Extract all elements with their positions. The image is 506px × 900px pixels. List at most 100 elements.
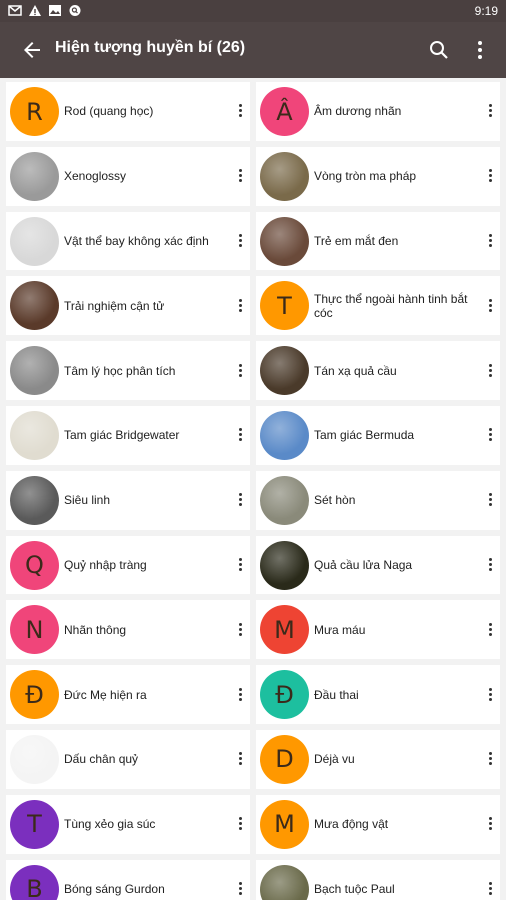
letter-avatar: Â	[260, 87, 309, 136]
list-item[interactable]: Xenoglossy	[6, 146, 250, 206]
item-menu-icon[interactable]	[238, 233, 242, 248]
thumbnail-image	[260, 346, 309, 396]
letter-avatar: R	[10, 87, 59, 136]
avatar-letter: Đ	[275, 680, 294, 709]
notification-icons	[8, 4, 82, 17]
item-title: Dấu chân quỷ	[64, 752, 139, 767]
item-menu-icon[interactable]	[238, 363, 242, 378]
item-menu-icon[interactable]	[238, 622, 242, 637]
item-title: Tâm lý học phân tích	[64, 363, 176, 378]
item-menu-icon[interactable]	[238, 169, 242, 183]
item-menu-icon[interactable]	[488, 298, 492, 313]
item-menu-icon[interactable]	[488, 104, 492, 118]
list-item[interactable]: Tam giác Bermuda	[256, 405, 500, 465]
item-menu-icon[interactable]	[488, 622, 492, 637]
list-item[interactable]: Vòng tròn ma pháp	[256, 146, 500, 206]
item-title: Mưa động vật	[314, 817, 389, 832]
letter-avatar: Đ	[10, 670, 59, 720]
page-title: Hiện tượng huyền bí (26)	[55, 39, 246, 56]
item-menu-icon[interactable]	[238, 298, 242, 313]
list-item[interactable]: Vật thể bay không xác định	[6, 211, 250, 271]
item-title: Bạch tuộc Paul	[314, 881, 395, 896]
item-title: Âm dương nhãn	[314, 104, 402, 119]
item-menu-icon[interactable]	[238, 687, 242, 702]
list-item[interactable]: Bạch tuộc Paul	[256, 859, 500, 900]
list-item[interactable]: Tâm lý học phân tích	[6, 341, 250, 400]
search-notification-icon	[69, 5, 81, 16]
item-title: Đầu thai	[314, 687, 359, 702]
letter-avatar: T	[10, 799, 59, 849]
item-menu-icon[interactable]	[238, 752, 242, 766]
list-item[interactable]: Â Âm dương nhãn	[256, 82, 500, 141]
avatar-letter: D	[275, 745, 294, 774]
item-title: Rod (quang học)	[64, 104, 154, 119]
list-item[interactable]: Tam giác Bridgewater	[6, 405, 250, 465]
search-icon[interactable]	[427, 38, 451, 62]
list-item[interactable]: D Déjà vu	[256, 729, 500, 789]
item-title: Mưa máu	[314, 622, 366, 637]
thumbnail-image	[10, 151, 59, 201]
list-item[interactable]: T Thực thể ngoài hành tinh bắt cóc	[256, 276, 500, 336]
list-item[interactable]: M Mưa máu	[256, 600, 500, 660]
item-menu-icon[interactable]	[238, 104, 242, 118]
list-item[interactable]: Siêu linh	[6, 470, 250, 530]
list-item[interactable]: N Nhãn thông	[6, 600, 250, 660]
thumbnail-image	[260, 540, 309, 590]
letter-avatar: Đ	[260, 670, 309, 720]
list-item[interactable]: Q Quỷ nhập tràng	[6, 535, 250, 595]
item-title: Siêu linh	[64, 493, 111, 508]
phenomena-grid: R Rod (quang học) Â Âm dương nhãn Xenoglossy…	[6, 82, 502, 900]
thumbnail-image	[260, 216, 309, 266]
avatar-letter: B	[26, 875, 43, 900]
item-title: Nhãn thông	[64, 622, 127, 637]
item-title: Xenoglossy	[64, 169, 127, 184]
item-menu-icon[interactable]	[238, 557, 242, 572]
list-item[interactable]: Đ Đức Mẹ hiện ra	[6, 665, 250, 724]
avatar-letter: T	[27, 810, 42, 839]
item-title: Vật thể bay không xác định	[64, 233, 209, 248]
list-item[interactable]: Quả cầu lửa Naga	[256, 535, 500, 595]
item-menu-icon[interactable]	[238, 493, 242, 507]
item-menu-icon[interactable]	[238, 428, 242, 442]
item-menu-icon[interactable]	[488, 687, 492, 702]
item-menu-icon[interactable]	[488, 817, 492, 831]
letter-avatar: Q	[10, 540, 59, 590]
list-item[interactable]: M Mưa động vật	[256, 794, 500, 854]
item-menu-icon[interactable]	[488, 881, 492, 896]
item-menu-icon[interactable]	[488, 363, 492, 378]
thumbnail-image	[10, 734, 59, 784]
letter-avatar: M	[260, 605, 309, 655]
list-item[interactable]: T Tùng xẻo gia súc	[6, 794, 250, 854]
item-title: Quả cầu lửa Naga	[314, 557, 413, 572]
thumbnail-image	[260, 864, 309, 900]
list-item[interactable]: Dấu chân quỷ	[6, 729, 250, 789]
item-menu-icon[interactable]	[238, 881, 242, 896]
item-title: Vòng tròn ma pháp	[314, 169, 417, 184]
item-menu-icon[interactable]	[488, 557, 492, 572]
avatar-letter: N	[25, 615, 44, 644]
thumbnail-image	[260, 475, 309, 525]
item-menu-icon[interactable]	[488, 233, 492, 248]
item-title: Tán xạ quả cầu	[314, 363, 397, 378]
list-item[interactable]: Sét hòn	[256, 470, 500, 530]
list-item[interactable]: R Rod (quang học)	[6, 82, 250, 141]
item-title: Sét hòn	[314, 493, 356, 508]
item-menu-icon[interactable]	[488, 752, 492, 766]
status-bar: 9:19	[0, 0, 506, 22]
item-menu-icon[interactable]	[488, 428, 492, 442]
item-title: Tam giác Bridgewater	[64, 428, 180, 443]
arrow-back-icon[interactable]	[20, 38, 44, 62]
item-menu-icon[interactable]	[488, 493, 492, 507]
gmail-icon	[8, 5, 22, 16]
list-item[interactable]: Tán xạ quả cầu	[256, 341, 500, 400]
item-menu-icon[interactable]	[488, 169, 492, 183]
item-menu-icon[interactable]	[238, 817, 242, 831]
more-vert-icon[interactable]	[468, 38, 492, 62]
list-item[interactable]: Trẻ em mắt đen	[256, 211, 500, 271]
thumbnail-image	[260, 151, 309, 201]
letter-avatar: D	[260, 734, 309, 784]
list-item[interactable]: B Bóng sáng Gurdon	[6, 859, 250, 900]
list-item[interactable]: Đ Đầu thai	[256, 665, 500, 724]
list-item[interactable]: Trải nghiệm cận tử	[6, 276, 250, 336]
thumbnail-image	[260, 410, 309, 460]
